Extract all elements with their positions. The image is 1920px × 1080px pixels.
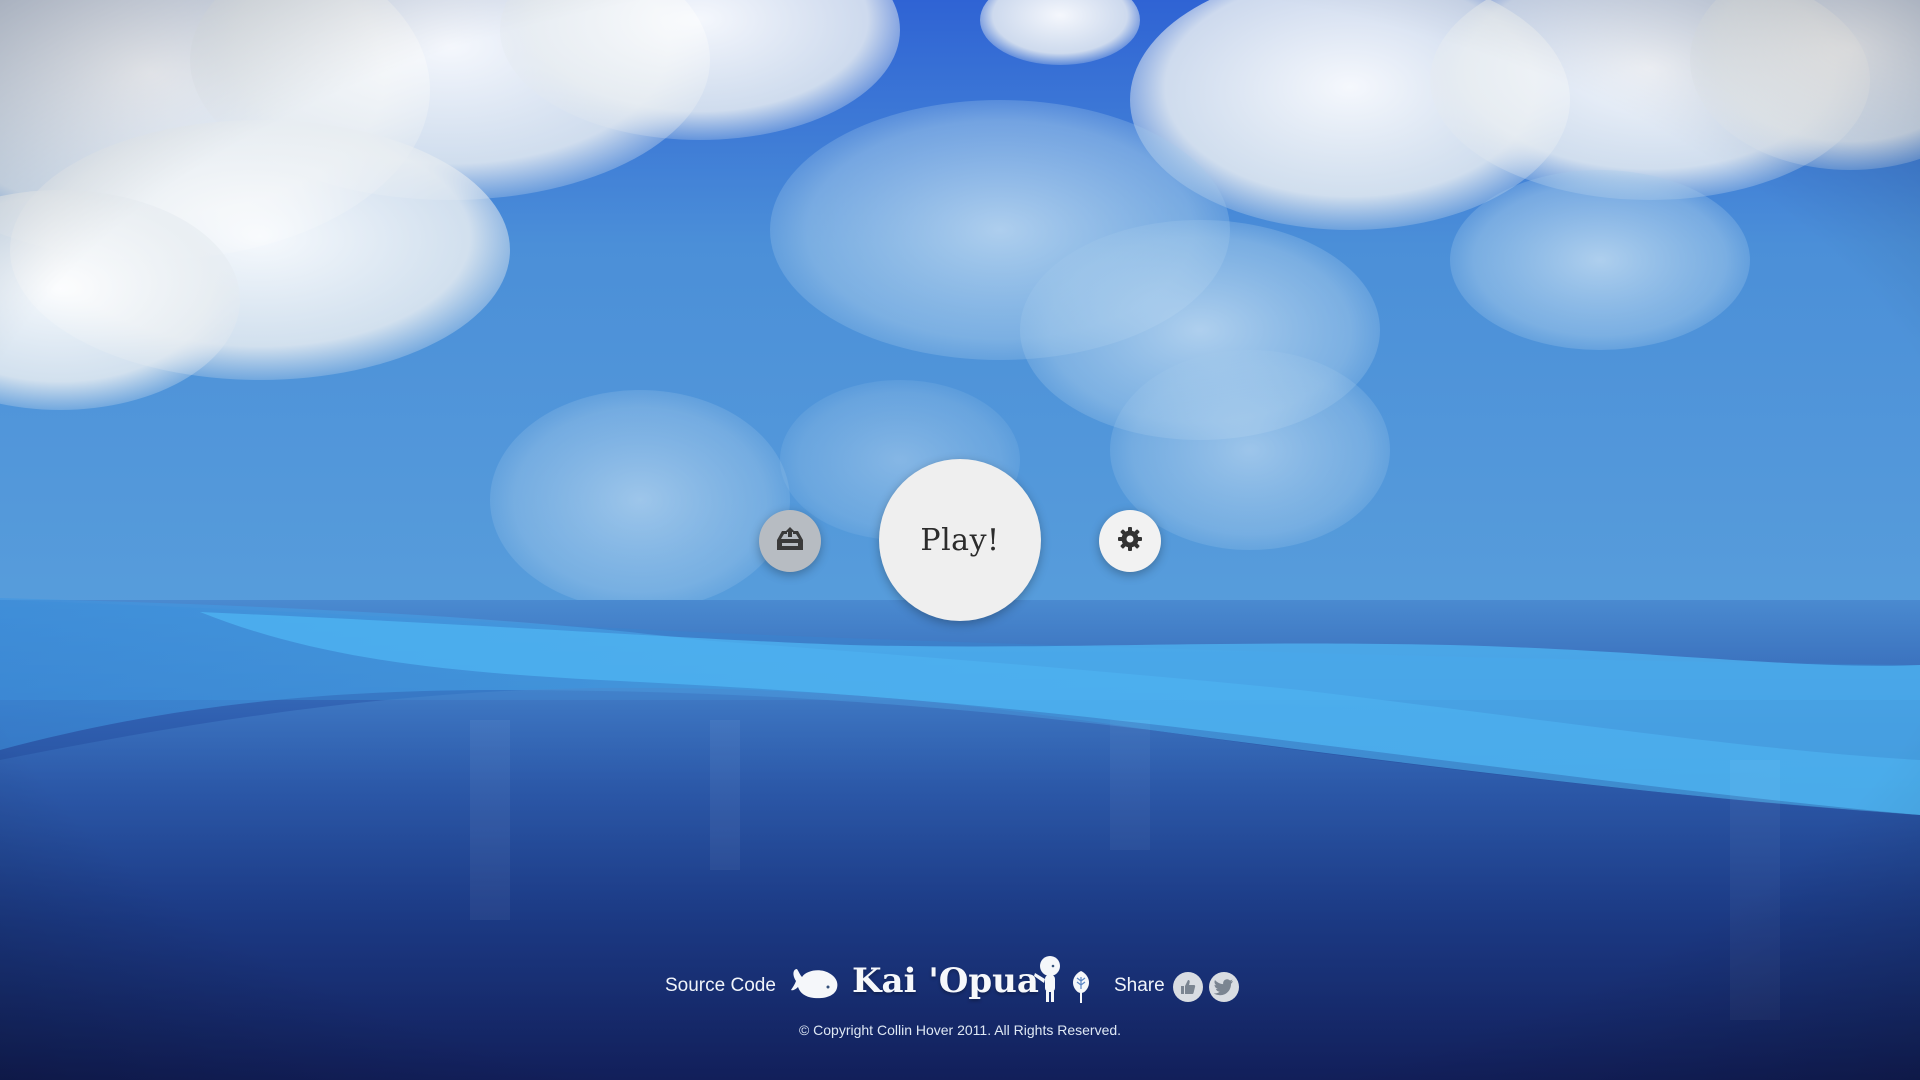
tree-icon (1069, 969, 1093, 1009)
footer-bar: Source Code Kai 'Opua Share (0, 955, 1920, 1015)
inbox-upload-icon (774, 526, 806, 556)
thumbs-up-icon (1181, 980, 1196, 994)
copyright-text: © Copyright Collin Hover 2011. All Right… (798, 1022, 1122, 1038)
load-game-button[interactable] (759, 510, 821, 572)
brand-logo: Kai 'Opua (852, 961, 1039, 1001)
share-twitter-button[interactable] (1209, 972, 1239, 1002)
character-icon (1030, 955, 1064, 1009)
whale-icon (790, 963, 840, 1007)
share-label: Share (1114, 975, 1165, 996)
share-like-button[interactable] (1173, 972, 1203, 1002)
settings-button[interactable] (1099, 510, 1161, 572)
twitter-bird-icon (1214, 979, 1233, 996)
play-button[interactable]: Play! (879, 459, 1041, 621)
source-code-link[interactable]: Source Code (665, 975, 776, 997)
gear-icon (1116, 525, 1144, 557)
play-label: Play! (920, 522, 1000, 558)
